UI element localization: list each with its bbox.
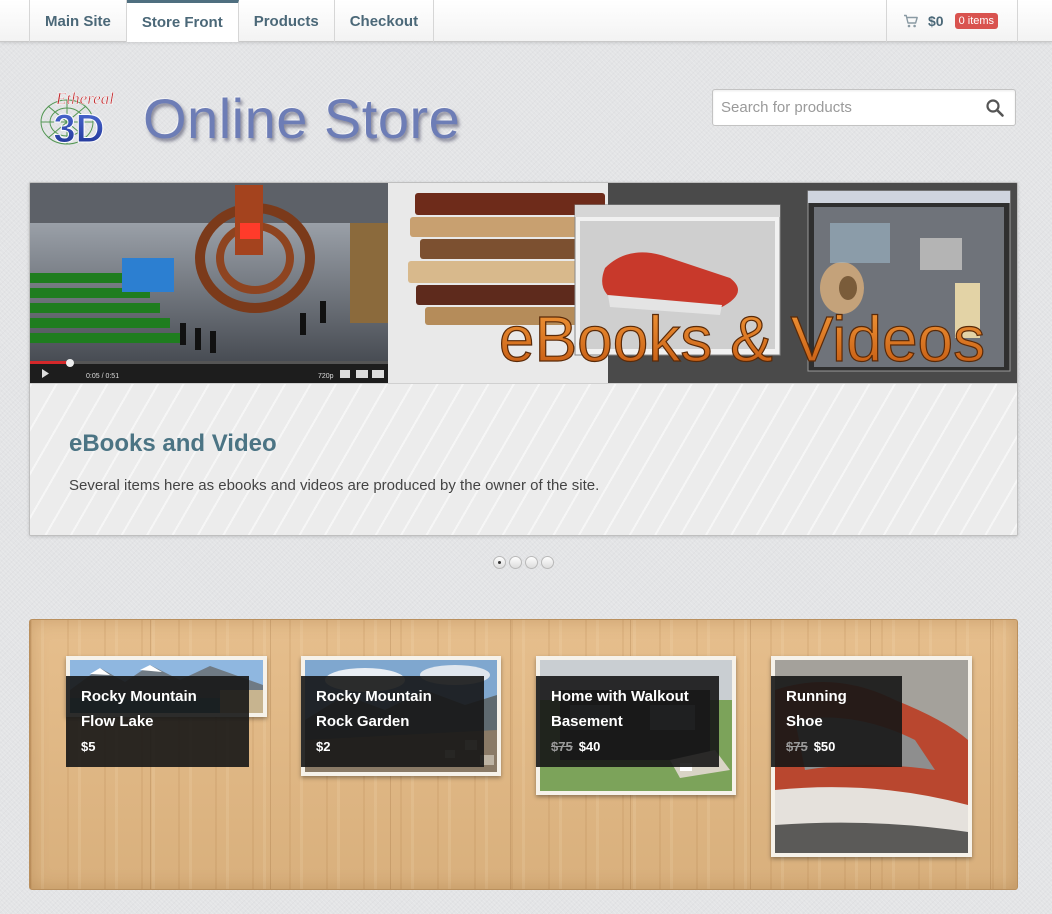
product-price: $50 (813, 739, 836, 754)
product-price: $40 (578, 739, 601, 754)
video-timestamp: 0:05 / 0:51 (86, 373, 119, 380)
featured-slider[interactable]: 0:05 / 0:51 720p eBooks & Videos eBooks … (29, 182, 1018, 536)
product-price-row: $75 $50 (786, 736, 887, 758)
svg-text:3D: 3D (53, 107, 104, 151)
product-label: Rocky Mountain Flow Lake $5 (66, 676, 249, 767)
product-card-home-with-walkout-basement[interactable]: Home with Walkout Basement $75 $40 (536, 656, 738, 796)
cart-total: $0 (928, 13, 944, 29)
product-name: Home with Walkout Basement (551, 688, 689, 730)
slide-banner-image: 0:05 / 0:51 720p eBooks & Videos (30, 183, 1017, 383)
search-input[interactable] (713, 90, 973, 125)
product-label: Rocky Mountain Rock Garden $2 (301, 676, 484, 767)
slide-caption-text: Several items here as ebooks and videos … (69, 477, 600, 494)
product-label: Running Shoe $75 $50 (771, 676, 902, 767)
slide-caption-title: eBooks and Video (69, 430, 277, 457)
tab-store-front[interactable]: Store Front (126, 0, 239, 42)
product-price-row: $2 (316, 736, 469, 758)
product-original-price: $75 (551, 739, 573, 754)
slider-dot-2[interactable] (509, 556, 522, 569)
slider-dot-4[interactable] (541, 556, 554, 569)
product-card-rocky-mountain-flow-lake[interactable]: Rocky Mountain Flow Lake $5 (66, 656, 268, 767)
top-navigation: Main Site Store Front Products Checkout … (0, 0, 1052, 42)
product-price-row: $75 $40 (551, 736, 704, 758)
slider-pagination (493, 556, 554, 569)
product-name: Rocky Mountain Rock Garden (316, 688, 432, 730)
slider-dot-1[interactable] (493, 556, 506, 569)
cart-summary[interactable]: $0 0 items (886, 0, 1018, 42)
svg-text:Ethereal: Ethereal (55, 89, 114, 108)
product-card-rocky-mountain-rock-garden[interactable]: Rocky Mountain Rock Garden $2 (301, 656, 503, 776)
product-shelf: Rocky Mountain Flow Lake $5 Rocky Mounta… (29, 619, 1018, 890)
product-name: Rocky Mountain Flow Lake (81, 688, 197, 730)
slide-caption: eBooks and Video Several items here as e… (30, 383, 1017, 535)
product-label: Home with Walkout Basement $75 $40 (536, 676, 719, 767)
store-title: Online Store (143, 87, 461, 150)
cart-item-count-badge: 0 items (954, 13, 999, 29)
nav-tabs: Main Site Store Front Products Checkout (29, 0, 435, 42)
cart-icon (904, 14, 918, 28)
product-price: $2 (316, 739, 331, 754)
tab-checkout[interactable]: Checkout (335, 0, 435, 42)
video-quality: 720p (318, 373, 334, 380)
product-price-row: $5 (81, 736, 234, 758)
product-name: Running Shoe (786, 688, 847, 730)
search-box (712, 89, 1016, 126)
slider-dot-3[interactable] (525, 556, 538, 569)
banner-headline: eBooks & Videos (499, 303, 985, 375)
tab-main-site[interactable]: Main Site (30, 0, 127, 42)
tab-products[interactable]: Products (239, 0, 335, 42)
ethereal-3d-logo: 3D Ethereal (40, 89, 114, 152)
product-original-price: $75 (786, 739, 808, 754)
search-icon[interactable] (985, 98, 1005, 118)
product-price: $5 (81, 739, 96, 754)
product-card-running-shoe[interactable]: Running Shoe $75 $50 (771, 656, 973, 857)
